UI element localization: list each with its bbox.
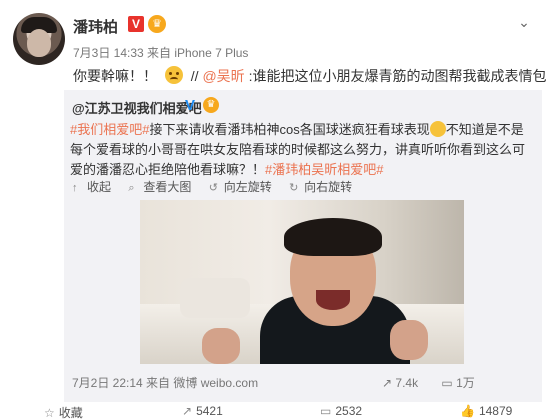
hashtag-link[interactable]: #我们相爱吧#	[70, 122, 149, 137]
bottom-action-bar: ☆ 收藏 ↗ 5421 ▭ 2532 👍 14879	[0, 402, 550, 420]
comment-button[interactable]: ▭ 2532	[320, 404, 362, 418]
collapse-button[interactable]: ↑ 收起	[72, 178, 111, 195]
collapse-icon: ↑	[72, 182, 78, 194]
share-button[interactable]: ↗ 5421	[182, 404, 223, 418]
laugh-emoji-icon	[429, 121, 446, 137]
repost-text-1: 接下来请收看潘玮柏神cos各国球迷疯狂看球表现	[149, 122, 430, 137]
comment-count: 2532	[335, 404, 363, 418]
repost-comment-value: 1万	[456, 376, 475, 390]
share-icon: ↗	[182, 404, 193, 418]
crown-icon: ♛	[203, 97, 219, 113]
post-text: 你要幹嘛！！ // @吴昕 :谁能把这位小朋友爆青筋的动图帮我截成表情包	[73, 66, 546, 86]
image-pillow	[180, 278, 250, 318]
image-person-hair	[284, 218, 382, 256]
post-text-slashes: //	[190, 68, 199, 84]
rotate-left-icon: ↺	[208, 182, 218, 194]
repost-stats: ↗ 7.4k ▭ 1万	[382, 374, 495, 391]
post-meta: 7月3日 14:33 来自 iPhone 7 Plus	[73, 46, 249, 60]
weibo-post: 潘玮柏 V ♛ 7月3日 14:33 来自 iPhone 7 Plus ⌄ 你要…	[0, 0, 550, 420]
sad-emoji-icon	[164, 66, 183, 84]
star-icon: ☆	[44, 406, 55, 420]
comment-icon: ▭	[320, 404, 332, 418]
like-count: 14879	[478, 404, 513, 418]
avatar-face	[27, 29, 51, 57]
like-button[interactable]: 👍 14879	[460, 404, 512, 418]
media-image[interactable]	[140, 200, 464, 364]
repost-share-count[interactable]: ↗ 7.4k	[382, 376, 428, 390]
rotate-right-button[interactable]: ↻ 向右旋转	[289, 178, 352, 195]
image-hand-right	[390, 320, 428, 360]
rotate-left-button[interactable]: ↺ 向左旋转	[209, 178, 272, 195]
chevron-down-icon[interactable]: ⌄	[516, 14, 532, 30]
rotate-right-icon: ↻	[289, 182, 299, 194]
crown-icon: ♛	[148, 15, 166, 33]
mention-link[interactable]: @吴昕	[202, 68, 244, 84]
post-text-main: 你要幹嘛！！	[73, 68, 157, 84]
view-large-button[interactable]: ⌕ 查看大图	[128, 178, 191, 195]
view-large-label: 查看大图	[143, 180, 192, 194]
rotate-right-label: 向右旋转	[304, 180, 353, 194]
image-person-mouth	[316, 290, 350, 310]
repost-share-value: 7.4k	[395, 376, 419, 390]
media-actions: ↑ 收起 ⌕ 查看大图 ↺ 向左旋转 ↻ 向右旋转	[72, 178, 366, 195]
thumbs-up-icon: 👍	[460, 404, 475, 418]
repost-body: #我们相爱吧#接下来请收看潘玮柏神cos各国球迷疯狂看球表现 不知道是不是每个爱看…	[70, 120, 536, 180]
favorite-button[interactable]: ☆ 收藏	[44, 404, 83, 420]
verified-icon: V	[185, 97, 196, 114]
collapse-label: 收起	[87, 180, 112, 194]
zoom-icon: ⌕	[128, 182, 135, 194]
avatar[interactable]	[13, 13, 65, 65]
repost-comment-count[interactable]: ▭ 1万	[441, 376, 484, 390]
hashtag-link-2[interactable]: #潘玮柏吴昕相爱吧#	[265, 162, 383, 177]
vip-badge: V	[128, 16, 144, 32]
rotate-left-label: 向左旋转	[223, 180, 272, 194]
repost-user[interactable]: @江苏卫视我们相爱吧	[72, 98, 202, 117]
post-text-rest: :谁能把这位小朋友爆青筋的动图帮我截成表情包	[248, 68, 547, 84]
author-name[interactable]: 潘玮柏	[73, 16, 118, 37]
share-count: 5421	[196, 404, 223, 418]
repost-footer: 7月2日 22:14 来自 微博 weibo.com	[72, 376, 259, 390]
image-hand-left	[202, 328, 240, 364]
favorite-label: 收藏	[58, 406, 83, 420]
repost-box: @江苏卫视我们相爱吧 V ♛ #我们相爱吧#接下来请收看潘玮柏神cos各国球迷疯…	[64, 90, 542, 402]
